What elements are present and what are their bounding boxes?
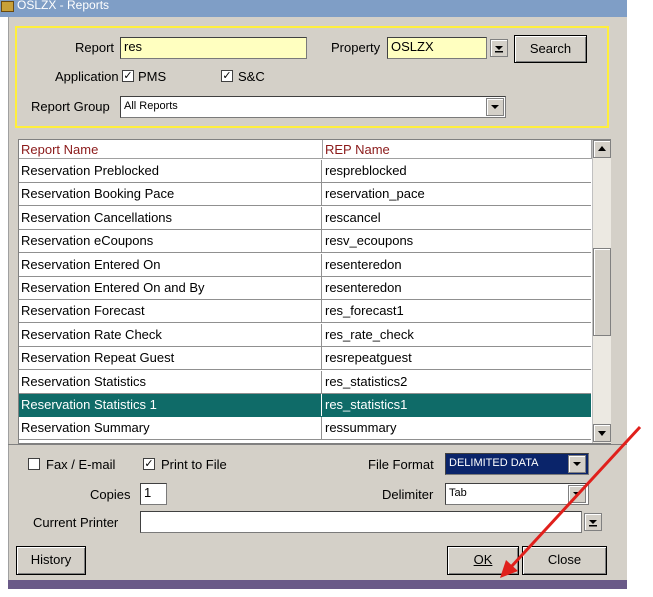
application-label: Application [55, 69, 119, 84]
arrow-up-icon [594, 141, 610, 157]
report-name-cell: Reservation Cancellations [19, 207, 322, 229]
printer-list-button[interactable] [584, 513, 602, 531]
list-down-icon [491, 40, 507, 56]
window-bottom-edge [8, 580, 627, 589]
report-name-cell: Reservation Booking Pace [19, 183, 322, 205]
report-group-label: Report Group [31, 99, 110, 114]
close-button[interactable]: Close [522, 546, 607, 575]
report-name-cell: Reservation Entered On and By [19, 277, 322, 299]
ok-button-label: OK [474, 552, 493, 567]
table-row[interactable]: Reservation Entered On and Byresenteredo… [19, 277, 591, 300]
divider [8, 444, 627, 445]
rep-name-cell: resenteredon [323, 254, 591, 276]
rep-name-cell: reservation_pace [323, 183, 591, 205]
table-row[interactable]: Reservation Cancellationsrescancel [19, 207, 591, 230]
rep-name-cell: rescancel [323, 207, 591, 229]
fax-email-checkbox[interactable] [28, 458, 40, 470]
report-name-cell: Reservation Repeat Guest [19, 347, 322, 369]
rep-name-cell: respreblocked [323, 160, 591, 182]
pms-checkbox[interactable]: ✓ [122, 70, 134, 82]
table-row[interactable]: Reservation Summaryressummary [19, 417, 591, 440]
rep-name-cell: res_statistics2 [323, 371, 591, 393]
table-row[interactable]: Reservation eCouponsresv_ecoupons [19, 230, 591, 253]
table-row[interactable]: Reservation Entered Onresenteredon [19, 254, 591, 277]
table-row[interactable]: Reservation Forecastres_forecast1 [19, 300, 591, 323]
chevron-down-icon [487, 99, 503, 115]
report-name-cell: Reservation eCoupons [19, 230, 322, 252]
table-row[interactable]: Reservation Preblockedrespreblocked [19, 160, 591, 183]
window-title-bar[interactable]: OSLZX - Reports [0, 0, 627, 17]
property-label: Property [331, 40, 380, 55]
report-group-select[interactable]: All Reports [120, 96, 506, 118]
current-printer-input[interactable] [140, 511, 582, 533]
table-row[interactable]: Reservation Statisticsres_statistics2 [19, 371, 591, 394]
scroll-up-button[interactable] [593, 140, 611, 158]
ok-button[interactable]: OK [447, 546, 519, 575]
rep-name-cell: resrepeatguest [323, 347, 591, 369]
report-name-cell: Reservation Statistics [19, 371, 322, 393]
snc-checkbox[interactable]: ✓ [221, 70, 233, 82]
rep-name-cell: ressummary [323, 417, 591, 439]
pms-label: PMS [138, 69, 166, 84]
copies-input[interactable]: 1 [140, 483, 167, 505]
arrow-down-icon [594, 425, 610, 441]
report-table: Report Name REP Name Reservation Prebloc… [18, 139, 611, 444]
chevron-down-icon [569, 456, 585, 472]
file-format-dropdown-button[interactable] [568, 455, 586, 473]
column-header-report-name[interactable]: Report Name [19, 140, 323, 159]
fax-email-label: Fax / E-mail [46, 457, 115, 472]
column-header-rep-name[interactable]: REP Name [323, 140, 592, 159]
rep-name-cell: res_statistics1 [323, 394, 591, 416]
current-printer-label: Current Printer [33, 515, 118, 530]
chevron-down-icon [569, 486, 585, 502]
print-to-file-label: Print to File [161, 457, 227, 472]
close-button-label: Close [548, 552, 581, 567]
rep-name-cell: res_forecast1 [323, 300, 591, 322]
table-row[interactable]: Reservation Booking Pacereservation_pace [19, 183, 591, 206]
history-button[interactable]: History [16, 546, 86, 575]
table-row[interactable]: Reservation Repeat Guestresrepeatguest [19, 347, 591, 370]
property-list-button[interactable] [490, 39, 508, 57]
report-name-cell: Reservation Rate Check [19, 324, 322, 346]
delimiter-dropdown-button[interactable] [568, 485, 586, 503]
list-down-icon [585, 514, 601, 530]
window-title: OSLZX - Reports [17, 0, 109, 12]
scroll-down-button[interactable] [593, 424, 611, 442]
search-button-label: Search [530, 41, 571, 56]
report-name-cell: Reservation Statistics 1 [19, 394, 322, 416]
rep-name-cell: resenteredon [323, 277, 591, 299]
print-to-file-checkbox[interactable]: ✓ [143, 458, 155, 470]
report-name-cell: Reservation Entered On [19, 254, 322, 276]
table-scrollbar[interactable] [592, 140, 611, 443]
rep-name-cell: res_rate_check [323, 324, 591, 346]
scroll-thumb[interactable] [593, 248, 611, 336]
search-button[interactable]: Search [514, 35, 587, 63]
file-format-label: File Format [368, 457, 434, 472]
report-name-cell: Reservation Preblocked [19, 160, 322, 182]
property-input[interactable]: OSLZX [387, 37, 487, 59]
delimiter-label: Delimiter [382, 487, 433, 502]
app-icon [1, 1, 14, 12]
table-row[interactable]: Reservation Statistics 1res_statistics1 [19, 394, 591, 417]
report-name-cell: Reservation Summary [19, 417, 322, 439]
copies-label: Copies [90, 487, 130, 502]
report-label: Report [75, 40, 114, 55]
history-button-label: History [31, 552, 71, 567]
rep-name-cell: resv_ecoupons [323, 230, 591, 252]
report-group-dropdown-button[interactable] [486, 98, 504, 116]
report-name-cell: Reservation Forecast [19, 300, 322, 322]
table-row[interactable]: Reservation Rate Checkres_rate_check [19, 324, 591, 347]
report-search-input[interactable]: res [120, 37, 307, 59]
snc-label: S&C [238, 69, 265, 84]
